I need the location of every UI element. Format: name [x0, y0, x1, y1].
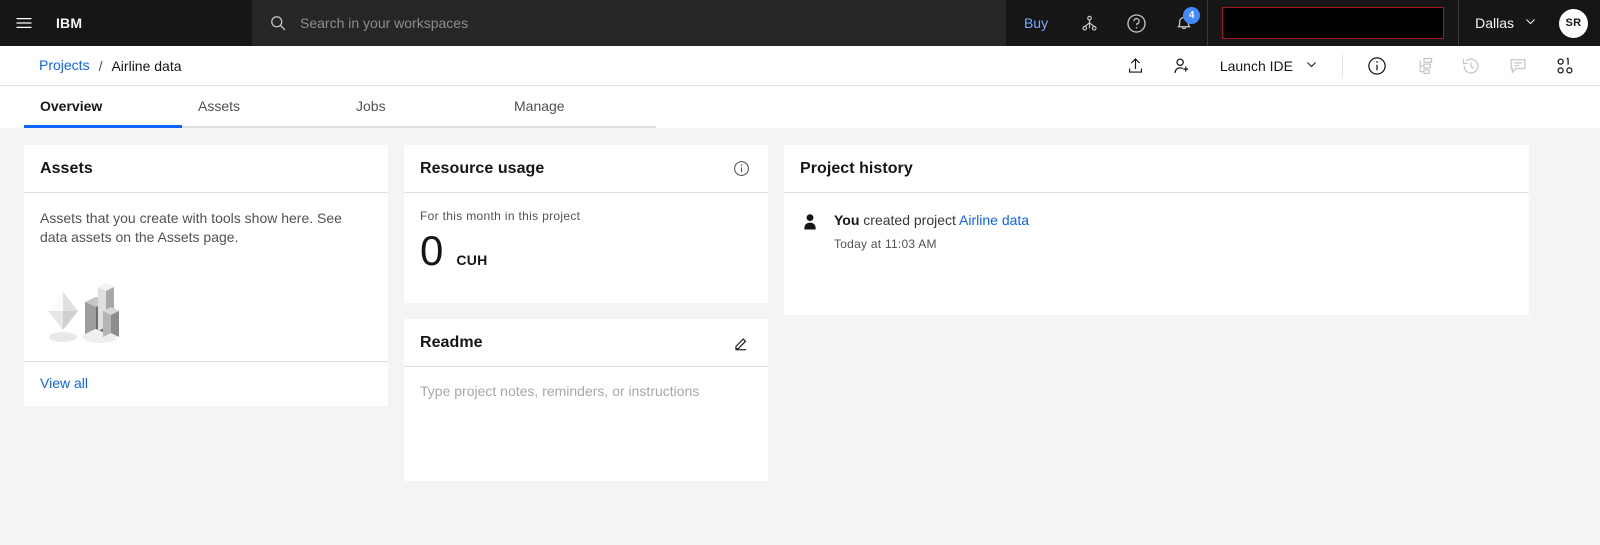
project-history-card-header: Project history	[784, 145, 1529, 193]
tab-manage-label: Manage	[514, 98, 565, 114]
history-target-link[interactable]: Airline data	[959, 212, 1029, 228]
help-icon[interactable]	[1113, 0, 1160, 46]
tab-jobs-label: Jobs	[356, 98, 386, 114]
assets-card-body: Assets that you create with tools show h…	[24, 193, 388, 361]
information-icon[interactable]	[730, 158, 752, 180]
breadcrumb-bar: Projects / Airline data Launch IDE	[0, 46, 1600, 86]
project-history-list: You created project Airline data Today a…	[784, 193, 1529, 315]
recently-viewed-icon[interactable]	[1447, 46, 1494, 86]
project-tabs: Overview Assets Jobs Manage	[0, 86, 1600, 128]
readme-card-title: Readme	[420, 333, 483, 351]
resource-usage-card-header: Resource usage	[404, 145, 768, 193]
notification-count-badge: 4	[1183, 7, 1201, 24]
header-left: IBM	[0, 0, 252, 46]
breadcrumb: Projects / Airline data	[39, 57, 182, 74]
resource-usage-unit: CUH	[456, 252, 488, 268]
tree-view-icon[interactable]	[1400, 46, 1447, 86]
view-all-assets-link[interactable]: View all	[40, 375, 88, 391]
tab-jobs[interactable]: Jobs	[340, 86, 498, 128]
hamburger-menu-icon[interactable]	[0, 0, 48, 46]
readme-card: Readme Type project notes, reminders, or…	[404, 319, 768, 482]
add-user-icon[interactable]	[1159, 46, 1206, 86]
notifications-icon[interactable]: 4	[1160, 0, 1207, 46]
history-actor: You	[834, 212, 860, 228]
tab-assets[interactable]: Assets	[182, 86, 340, 128]
resource-usage-value: 0	[420, 227, 444, 274]
chevron-down-icon	[1305, 58, 1318, 74]
toolbar-divider	[1342, 54, 1343, 77]
tab-manage[interactable]: Manage	[498, 86, 656, 128]
resource-usage-card-title: Resource usage	[420, 159, 545, 177]
assets-card-header: Assets	[24, 145, 388, 193]
project-history-card: Project history You created project Airl…	[784, 145, 1529, 315]
history-action: created project	[863, 212, 956, 228]
tab-assets-label: Assets	[198, 98, 241, 114]
breadcrumb-separator: /	[98, 57, 103, 74]
readme-editor[interactable]: Type project notes, reminders, or instru…	[404, 367, 768, 481]
assets-empty-text: Assets that you create with tools show h…	[40, 210, 342, 245]
tabbar-filler	[656, 86, 1600, 128]
launch-ide-button[interactable]: Launch IDE	[1206, 46, 1332, 86]
redacted-account-field[interactable]	[1208, 0, 1458, 46]
resource-usage-period-label: For this month in this project	[420, 209, 581, 223]
user-avatar-icon	[800, 212, 820, 232]
search-icon	[268, 13, 288, 33]
ibm-brand-label[interactable]: IBM	[48, 15, 82, 31]
resource-usage-card: Resource usage For this month in this pr…	[404, 145, 768, 304]
assets-card-title: Assets	[40, 159, 93, 177]
project-history-card-title: Project history	[800, 159, 913, 177]
list-item: You created project Airline data Today a…	[800, 211, 1513, 251]
readme-card-header: Readme	[404, 319, 768, 368]
redacted-account-box[interactable]	[1222, 7, 1445, 39]
resource-usage-value-row: 0 CUH	[420, 227, 752, 274]
assets-card: Assets Assets that you create with tools…	[24, 145, 388, 406]
resource-usage-card-body: For this month in this project 0 CUH	[404, 193, 768, 303]
region-selector[interactable]: Dallas	[1459, 0, 1553, 46]
breadcrumb-parent-link[interactable]: Projects	[39, 57, 90, 74]
header-right: Buy 4 Dallas SR	[1005, 0, 1600, 46]
empty-assets-illustration	[40, 269, 372, 345]
global-header: IBM Search in your workspaces Buy 4 Dall…	[0, 0, 1600, 46]
launch-ide-label: Launch IDE	[1219, 57, 1293, 74]
global-search-input[interactable]: Search in your workspaces	[252, 0, 1006, 46]
chevron-down-icon	[1524, 15, 1537, 31]
history-entry-text: You created project Airline data	[834, 211, 1029, 229]
breadcrumb-current: Airline data	[111, 57, 182, 74]
global-search-placeholder: Search in your workspaces	[300, 15, 469, 31]
information-icon[interactable]	[1353, 46, 1400, 86]
assets-column: Assets Assets that you create with tools…	[24, 145, 388, 406]
user-avatar-wrap: SR	[1553, 0, 1600, 46]
assets-card-footer: View all	[24, 360, 388, 406]
app-switcher-icon[interactable]	[1066, 0, 1113, 46]
project-history-column: Project history You created project Airl…	[784, 145, 1529, 315]
data-class-icon[interactable]	[1541, 46, 1588, 86]
project-toolbar: Launch IDE	[1112, 46, 1588, 85]
buy-link[interactable]: Buy	[1006, 0, 1066, 46]
region-label: Dallas	[1475, 15, 1514, 31]
upload-icon[interactable]	[1112, 46, 1159, 86]
history-entry-content: You created project Airline data Today a…	[834, 211, 1029, 251]
overview-content: Assets Assets that you create with tools…	[0, 128, 1600, 545]
comment-icon[interactable]	[1494, 46, 1541, 86]
tab-overview-label: Overview	[40, 97, 103, 114]
resource-readme-column: Resource usage For this month in this pr…	[404, 145, 768, 482]
edit-pencil-icon[interactable]	[730, 332, 752, 354]
history-timestamp: Today at 11:03 AM	[834, 237, 937, 252]
tab-overview[interactable]: Overview	[24, 86, 182, 128]
avatar[interactable]: SR	[1559, 8, 1588, 38]
readme-placeholder: Type project notes, reminders, or instru…	[420, 383, 700, 400]
